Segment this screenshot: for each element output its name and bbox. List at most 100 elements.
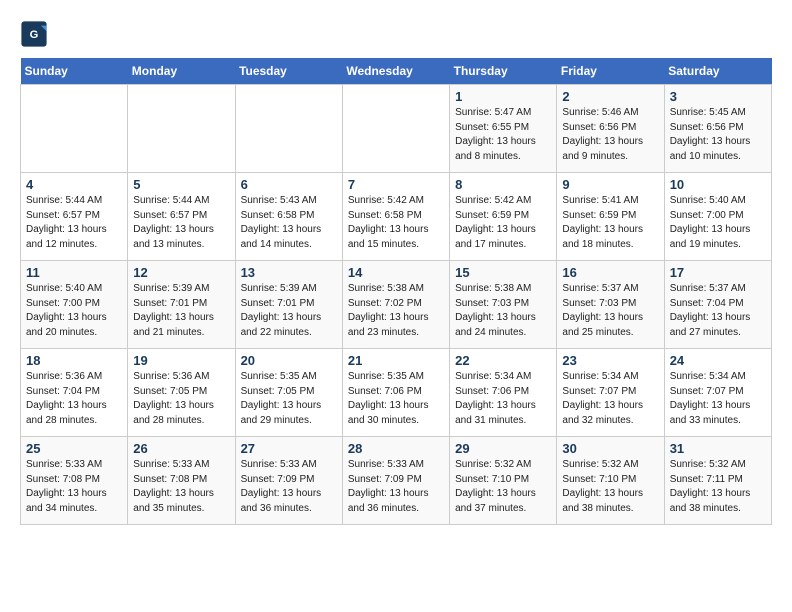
day-info: Sunrise: 5:46 AM Sunset: 6:56 PM Dayligh… bbox=[562, 106, 658, 164]
day-info: Sunrise: 5:32 AM Sunset: 7:11 PM Dayligh… bbox=[670, 458, 766, 516]
calendar-cell: 14 Sunrise: 5:38 AM Sunset: 7:02 PM Dayli… bbox=[342, 261, 449, 349]
calendar-week-5: 25 Sunrise: 5:33 AM Sunset: 7:08 PM Dayli… bbox=[21, 437, 772, 525]
day-info: Sunrise: 5:32 AM Sunset: 7:10 PM Dayligh… bbox=[562, 458, 658, 516]
calendar-cell: 20 Sunrise: 5:35 AM Sunset: 7:05 PM Dayli… bbox=[235, 349, 342, 437]
day-number: 21 bbox=[348, 353, 444, 368]
day-info: Sunrise: 5:42 AM Sunset: 6:59 PM Dayligh… bbox=[455, 194, 551, 252]
logo: G bbox=[20, 20, 50, 48]
calendar-cell: 24Sunrise: 5:34 AM Sunset: 7:07 PM Dayli… bbox=[664, 349, 771, 437]
day-info: Sunrise: 5:42 AM Sunset: 6:58 PM Dayligh… bbox=[348, 194, 444, 252]
calendar-cell: 9 Sunrise: 5:41 AM Sunset: 6:59 PM Daylig… bbox=[557, 173, 664, 261]
day-info: Sunrise: 5:36 AM Sunset: 7:05 PM Dayligh… bbox=[133, 370, 229, 428]
day-number: 31 bbox=[670, 441, 766, 456]
calendar-cell: 15 Sunrise: 5:38 AM Sunset: 7:03 PM Dayli… bbox=[450, 261, 557, 349]
day-info: Sunrise: 5:32 AM Sunset: 7:10 PM Dayligh… bbox=[455, 458, 551, 516]
page-header: G bbox=[20, 20, 772, 48]
day-header-wednesday: Wednesday bbox=[342, 58, 449, 85]
day-number: 9 bbox=[562, 177, 658, 192]
calendar-cell: 6 Sunrise: 5:43 AM Sunset: 6:58 PM Daylig… bbox=[235, 173, 342, 261]
day-number: 18 bbox=[26, 353, 122, 368]
calendar-cell bbox=[128, 85, 235, 173]
day-info: Sunrise: 5:33 AM Sunset: 7:08 PM Dayligh… bbox=[133, 458, 229, 516]
day-info: Sunrise: 5:44 AM Sunset: 6:57 PM Dayligh… bbox=[26, 194, 122, 252]
day-number: 20 bbox=[241, 353, 337, 368]
calendar-week-4: 18 Sunrise: 5:36 AM Sunset: 7:04 PM Dayli… bbox=[21, 349, 772, 437]
calendar-cell: 29Sunrise: 5:32 AM Sunset: 7:10 PM Dayli… bbox=[450, 437, 557, 525]
calendar-body: 1 Sunrise: 5:47 AM Sunset: 6:55 PM Daylig… bbox=[21, 85, 772, 525]
day-header-monday: Monday bbox=[128, 58, 235, 85]
calendar-cell: 13 Sunrise: 5:39 AM Sunset: 7:01 PM Dayli… bbox=[235, 261, 342, 349]
calendar-cell: 1 Sunrise: 5:47 AM Sunset: 6:55 PM Daylig… bbox=[450, 85, 557, 173]
day-info: Sunrise: 5:44 AM Sunset: 6:57 PM Dayligh… bbox=[133, 194, 229, 252]
calendar-cell: 26 Sunrise: 5:33 AM Sunset: 7:08 PM Dayli… bbox=[128, 437, 235, 525]
calendar-cell: 19 Sunrise: 5:36 AM Sunset: 7:05 PM Dayli… bbox=[128, 349, 235, 437]
day-info: Sunrise: 5:47 AM Sunset: 6:55 PM Dayligh… bbox=[455, 106, 551, 164]
day-number: 7 bbox=[348, 177, 444, 192]
calendar-cell: 22Sunrise: 5:34 AM Sunset: 7:06 PM Dayli… bbox=[450, 349, 557, 437]
day-info: Sunrise: 5:37 AM Sunset: 7:03 PM Dayligh… bbox=[562, 282, 658, 340]
day-info: Sunrise: 5:33 AM Sunset: 7:09 PM Dayligh… bbox=[348, 458, 444, 516]
calendar-cell: 30 Sunrise: 5:32 AM Sunset: 7:10 PM Dayli… bbox=[557, 437, 664, 525]
calendar-cell: 12 Sunrise: 5:39 AM Sunset: 7:01 PM Dayli… bbox=[128, 261, 235, 349]
day-number: 22 bbox=[455, 353, 551, 368]
day-header-thursday: Thursday bbox=[450, 58, 557, 85]
day-number: 28 bbox=[348, 441, 444, 456]
calendar-cell: 17 Sunrise: 5:37 AM Sunset: 7:04 PM Dayli… bbox=[664, 261, 771, 349]
day-number: 2 bbox=[562, 89, 658, 104]
day-info: Sunrise: 5:33 AM Sunset: 7:08 PM Dayligh… bbox=[26, 458, 122, 516]
calendar-cell: 11 Sunrise: 5:40 AM Sunset: 7:00 PM Dayli… bbox=[21, 261, 128, 349]
day-number: 3 bbox=[670, 89, 766, 104]
day-header-sunday: Sunday bbox=[21, 58, 128, 85]
day-info: Sunrise: 5:39 AM Sunset: 7:01 PM Dayligh… bbox=[133, 282, 229, 340]
day-number: 8 bbox=[455, 177, 551, 192]
svg-text:G: G bbox=[30, 29, 39, 41]
day-header-saturday: Saturday bbox=[664, 58, 771, 85]
day-number: 17 bbox=[670, 265, 766, 280]
calendar-cell: 28 Sunrise: 5:33 AM Sunset: 7:09 PM Dayli… bbox=[342, 437, 449, 525]
day-number: 25 bbox=[26, 441, 122, 456]
day-info: Sunrise: 5:40 AM Sunset: 7:00 PM Dayligh… bbox=[26, 282, 122, 340]
calendar-cell: 21 Sunrise: 5:35 AM Sunset: 7:06 PM Dayli… bbox=[342, 349, 449, 437]
calendar-week-3: 11 Sunrise: 5:40 AM Sunset: 7:00 PM Dayli… bbox=[21, 261, 772, 349]
day-info: Sunrise: 5:36 AM Sunset: 7:04 PM Dayligh… bbox=[26, 370, 122, 428]
day-info: Sunrise: 5:37 AM Sunset: 7:04 PM Dayligh… bbox=[670, 282, 766, 340]
day-number: 4 bbox=[26, 177, 122, 192]
day-number: 14 bbox=[348, 265, 444, 280]
calendar-cell: 2 Sunrise: 5:46 AM Sunset: 6:56 PM Daylig… bbox=[557, 85, 664, 173]
day-number: 15 bbox=[455, 265, 551, 280]
day-info: Sunrise: 5:41 AM Sunset: 6:59 PM Dayligh… bbox=[562, 194, 658, 252]
day-number: 11 bbox=[26, 265, 122, 280]
day-info: Sunrise: 5:43 AM Sunset: 6:58 PM Dayligh… bbox=[241, 194, 337, 252]
calendar-cell: 8 Sunrise: 5:42 AM Sunset: 6:59 PM Daylig… bbox=[450, 173, 557, 261]
day-info: Sunrise: 5:35 AM Sunset: 7:05 PM Dayligh… bbox=[241, 370, 337, 428]
day-number: 27 bbox=[241, 441, 337, 456]
day-number: 13 bbox=[241, 265, 337, 280]
logo-icon: G bbox=[20, 20, 48, 48]
day-info: Sunrise: 5:39 AM Sunset: 7:01 PM Dayligh… bbox=[241, 282, 337, 340]
calendar-cell: 25 Sunrise: 5:33 AM Sunset: 7:08 PM Dayli… bbox=[21, 437, 128, 525]
day-info: Sunrise: 5:38 AM Sunset: 7:02 PM Dayligh… bbox=[348, 282, 444, 340]
day-number: 12 bbox=[133, 265, 229, 280]
day-number: 5 bbox=[133, 177, 229, 192]
day-number: 30 bbox=[562, 441, 658, 456]
day-info: Sunrise: 5:40 AM Sunset: 7:00 PM Dayligh… bbox=[670, 194, 766, 252]
calendar-cell bbox=[342, 85, 449, 173]
calendar-cell: 27Sunrise: 5:33 AM Sunset: 7:09 PM Dayli… bbox=[235, 437, 342, 525]
day-info: Sunrise: 5:38 AM Sunset: 7:03 PM Dayligh… bbox=[455, 282, 551, 340]
calendar-cell: 7 Sunrise: 5:42 AM Sunset: 6:58 PM Daylig… bbox=[342, 173, 449, 261]
calendar-cell: 5 Sunrise: 5:44 AM Sunset: 6:57 PM Daylig… bbox=[128, 173, 235, 261]
calendar-cell: 4 Sunrise: 5:44 AM Sunset: 6:57 PM Daylig… bbox=[21, 173, 128, 261]
day-number: 10 bbox=[670, 177, 766, 192]
calendar-week-1: 1 Sunrise: 5:47 AM Sunset: 6:55 PM Daylig… bbox=[21, 85, 772, 173]
day-info: Sunrise: 5:45 AM Sunset: 6:56 PM Dayligh… bbox=[670, 106, 766, 164]
day-number: 19 bbox=[133, 353, 229, 368]
day-number: 26 bbox=[133, 441, 229, 456]
calendar-cell bbox=[21, 85, 128, 173]
day-number: 6 bbox=[241, 177, 337, 192]
calendar-cell: 31 Sunrise: 5:32 AM Sunset: 7:11 PM Dayli… bbox=[664, 437, 771, 525]
calendar-cell: 3 Sunrise: 5:45 AM Sunset: 6:56 PM Daylig… bbox=[664, 85, 771, 173]
day-number: 1 bbox=[455, 89, 551, 104]
calendar-cell bbox=[235, 85, 342, 173]
day-info: Sunrise: 5:35 AM Sunset: 7:06 PM Dayligh… bbox=[348, 370, 444, 428]
day-header-friday: Friday bbox=[557, 58, 664, 85]
